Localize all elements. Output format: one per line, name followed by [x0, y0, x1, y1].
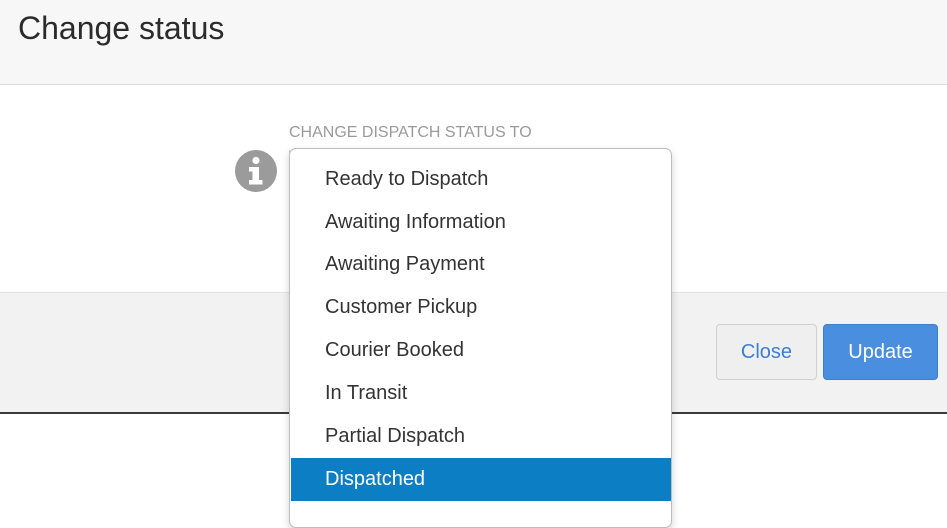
modal-header: Change status	[0, 0, 947, 85]
close-button[interactable]: Close	[716, 324, 817, 380]
modal-title: Change status	[18, 10, 225, 46]
field-label: CHANGE DISPATCH STATUS TO	[289, 124, 532, 141]
option-awaiting-payment[interactable]: Awaiting Payment	[291, 243, 671, 286]
update-button[interactable]: Update	[823, 324, 938, 380]
option-awaiting-information[interactable]: Awaiting Information	[291, 201, 671, 244]
option-partial-dispatch[interactable]: Partial Dispatch	[291, 415, 671, 458]
status-dropdown-list[interactable]: Ready to Dispatch Awaiting Information A…	[289, 148, 672, 528]
option-courier-booked[interactable]: Courier Booked	[291, 329, 671, 372]
option-dispatched[interactable]: Dispatched	[291, 458, 671, 501]
option-in-transit[interactable]: In Transit	[291, 372, 671, 415]
info-circle-icon	[235, 150, 277, 192]
option-ready-to-dispatch[interactable]: Ready to Dispatch	[291, 158, 671, 201]
option-customer-pickup[interactable]: Customer Pickup	[291, 286, 671, 329]
